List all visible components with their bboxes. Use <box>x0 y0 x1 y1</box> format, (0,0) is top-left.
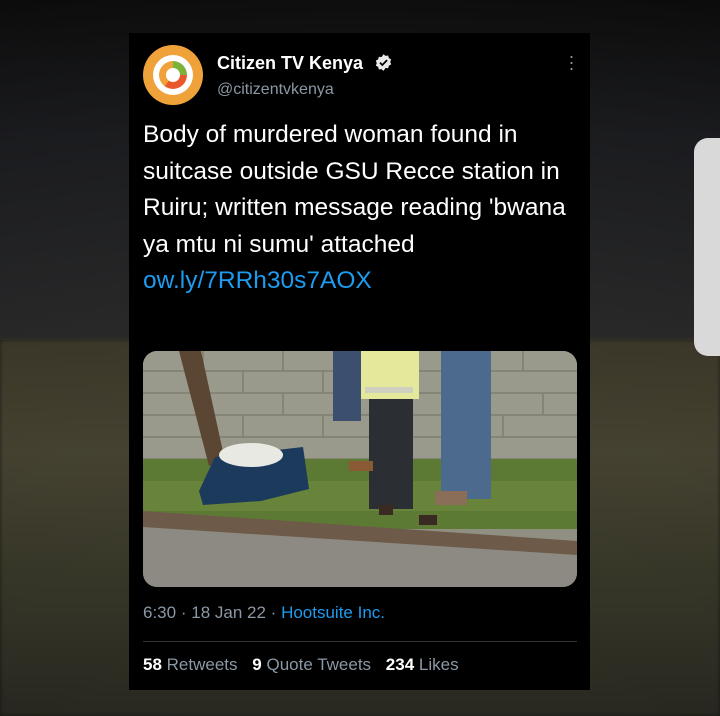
account-handle[interactable]: @citizentvkenya <box>217 81 334 99</box>
avatar[interactable] <box>143 45 203 105</box>
tweet-body: Body of murdered woman found in suitcase… <box>143 121 566 258</box>
likes-count: 234 <box>385 655 415 674</box>
tweet-time[interactable]: 6:30 <box>143 603 176 622</box>
tweet-link[interactable]: ow.ly/7RRh30s7AOX <box>143 263 583 300</box>
meta-separator-2: · <box>270 603 277 622</box>
quotes-label: Quote Tweets <box>266 655 372 674</box>
side-panel-handle[interactable] <box>694 138 720 356</box>
account-name[interactable]: Citizen TV Kenya <box>217 53 393 74</box>
tweet-media[interactable] <box>143 351 577 587</box>
meta-separator-1: · <box>180 603 187 622</box>
retweets-count: 58 <box>143 655 162 674</box>
likes-stat[interactable]: 234 Likes <box>386 655 459 674</box>
retweets-stat[interactable]: 58 Retweets <box>143 655 238 674</box>
retweets-label: Retweets <box>166 655 238 674</box>
tweet-text: Body of murdered woman found in suitcase… <box>143 117 583 300</box>
account-name-text: Citizen TV Kenya <box>217 53 364 73</box>
media-photo <box>143 351 577 587</box>
tweet-source[interactable]: Hootsuite Inc. <box>281 603 385 622</box>
tweet-meta: 6:30 · 18 Jan 22 · Hootsuite Inc. <box>143 603 385 623</box>
divider <box>143 641 577 642</box>
more-options-icon[interactable]: · · · <box>566 47 576 77</box>
quotes-stat[interactable]: 9 Quote Tweets <box>252 655 371 674</box>
tweet-date[interactable]: 18 Jan 22 <box>191 603 266 622</box>
tweet-stats: 58 Retweets 9 Quote Tweets 234 Likes <box>143 655 459 675</box>
likes-label: Likes <box>418 655 459 674</box>
avatar-center <box>166 68 180 82</box>
quotes-count: 9 <box>252 655 262 674</box>
verified-badge-icon <box>375 54 392 71</box>
tweet-card[interactable]: Citizen TV Kenya @citizentvkenya · · · Bod… <box>129 33 590 690</box>
